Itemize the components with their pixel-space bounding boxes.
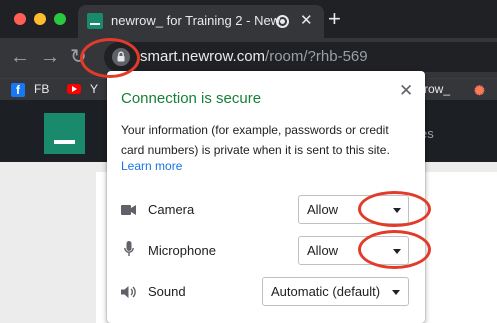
camera-dropdown-annotation xyxy=(358,191,431,227)
hubspot-icon[interactable]: ✺ xyxy=(474,83,485,99)
camera-label: Camera xyxy=(148,202,195,217)
url-host: smart.newrow.com xyxy=(140,48,266,65)
browser-tab[interactable]: newrow_ for Training 2 - New ✕ xyxy=(78,5,324,38)
bookmark-youtube[interactable]: Y xyxy=(90,82,98,96)
sound-permission-select[interactable]: Automatic (default) xyxy=(262,277,409,306)
facebook-icon: f xyxy=(11,83,25,97)
minimize-window-button[interactable] xyxy=(34,13,46,25)
microphone-icon xyxy=(124,241,134,262)
address-bar[interactable]: smart.newrow.com/room/?rhb-569 xyxy=(104,42,497,72)
forward-arrow-icon[interactable]: → xyxy=(40,46,60,68)
microphone-dropdown-annotation xyxy=(358,230,431,269)
learn-more-link[interactable]: Learn more xyxy=(121,159,182,173)
newrow-logo xyxy=(44,113,85,154)
speaker-icon xyxy=(121,285,137,304)
url-text[interactable]: smart.newrow.com/room/?rhb-569 xyxy=(140,48,368,65)
sound-permission-value: Automatic (default) xyxy=(271,284,381,299)
connection-description: Your information (for example, passwords… xyxy=(121,123,390,157)
url-path: /room/?rhb-569 xyxy=(265,48,368,65)
bookmark-fb[interactable]: FB xyxy=(34,82,49,96)
connection-secure-title: Connection is secure xyxy=(121,90,262,107)
newrow-favicon-icon xyxy=(87,13,103,29)
microphone-permission-value: Allow xyxy=(307,243,339,258)
close-icon[interactable]: ✕ xyxy=(399,81,413,101)
close-window-button[interactable] xyxy=(14,13,26,25)
recording-icon xyxy=(276,15,289,28)
camera-icon xyxy=(121,203,137,221)
microphone-label: Microphone xyxy=(148,243,216,258)
tab-close-icon[interactable]: ✕ xyxy=(300,11,313,29)
tab-title: newrow_ for Training 2 - New xyxy=(111,13,281,28)
lock-highlight-annotation xyxy=(80,38,140,78)
camera-permission-value: Allow xyxy=(307,202,339,217)
new-tab-button[interactable]: + xyxy=(328,8,341,30)
sound-label: Sound xyxy=(148,284,186,299)
tab-strip: newrow_ for Training 2 - New ✕ + xyxy=(0,0,497,38)
bookmark-newrow[interactable]: row_ xyxy=(424,82,450,96)
chevron-down-icon xyxy=(392,290,400,295)
back-arrow-icon[interactable]: ← xyxy=(10,46,30,68)
youtube-icon xyxy=(67,84,81,94)
maximize-window-button[interactable] xyxy=(54,13,66,25)
